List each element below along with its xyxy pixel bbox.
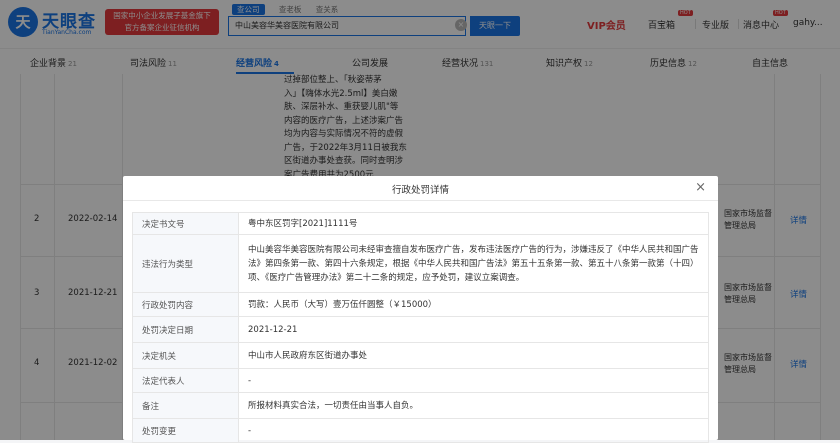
field-value: 粤中东区罚字[2021]1111号	[238, 212, 709, 235]
field-label: 决定机关	[132, 342, 239, 369]
detail-row: 备注 所报材料真实合法，一切责任由当事人自负。	[132, 392, 709, 419]
detail-row: 决定书文号 粤中东区罚字[2021]1111号	[132, 212, 709, 235]
field-label: 行政处罚内容	[132, 292, 239, 317]
field-value: 罚款：人民币（大写）壹万伍仟圆整（￥15000）	[238, 292, 709, 317]
detail-row: 处罚决定日期 2021-12-21	[132, 316, 709, 343]
field-value: 中山美容华美容医院有限公司未经审查擅自发布医疗广告，发布违法医疗广告的行为，涉嫌…	[238, 234, 709, 293]
field-label: 处罚决定日期	[132, 316, 239, 343]
detail-row: 法定代表人 -	[132, 368, 709, 393]
close-icon[interactable]: ×	[695, 180, 706, 195]
field-label: 备注	[132, 392, 239, 419]
field-value: 中山市人民政府东区街道办事处	[238, 342, 709, 369]
detail-row: 处罚变更 -	[132, 418, 709, 443]
field-value: -	[238, 418, 709, 443]
field-value: 2021-12-21	[238, 316, 709, 343]
field-label: 违法行为类型	[132, 234, 239, 293]
field-value: -	[238, 368, 709, 393]
detail-row: 行政处罚内容 罚款：人民币（大写）壹万伍仟圆整（￥15000）	[132, 292, 709, 317]
field-label: 处罚变更	[132, 418, 239, 443]
field-label: 决定书文号	[132, 212, 239, 235]
field-label: 法定代表人	[132, 368, 239, 393]
modal-title: 行政处罚详情	[391, 185, 449, 196]
detail-table: 决定书文号 粤中东区罚字[2021]1111号 违法行为类型 中山美容华美容医院…	[132, 212, 709, 443]
detail-row: 决定机关 中山市人民政府东区街道办事处	[132, 342, 709, 369]
field-value: 所报材料真实合法，一切责任由当事人自负。	[238, 392, 709, 419]
divider	[123, 200, 718, 201]
penalty-detail-modal: 行政处罚详情 × 决定书文号 粤中东区罚字[2021]1111号 违法行为类型 …	[123, 176, 718, 443]
detail-row: 违法行为类型 中山美容华美容医院有限公司未经审查擅自发布医疗广告，发布违法医疗广…	[132, 234, 709, 293]
